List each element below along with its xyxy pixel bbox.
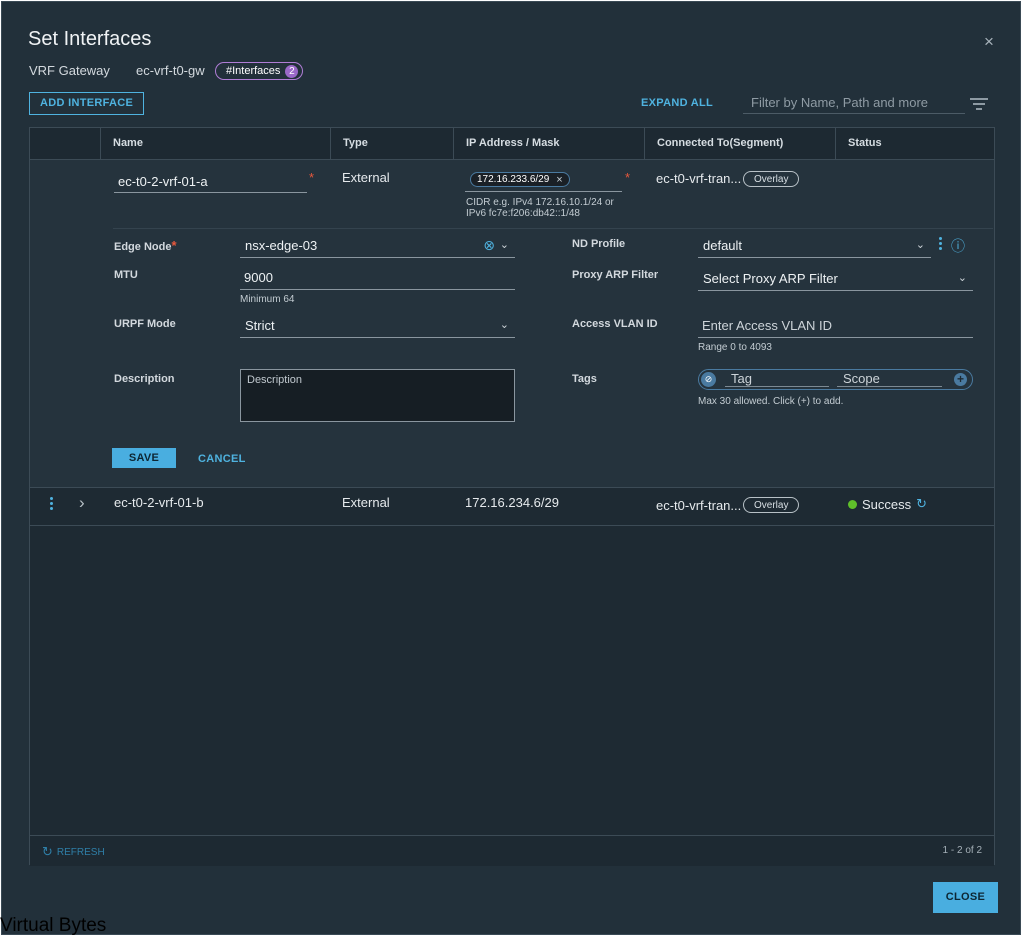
tags-label: Tags — [572, 373, 597, 385]
overlay-badge: Overlay — [743, 171, 800, 187]
ip-hint-line-2: IPv6 fc7e:f206:db42::1/48 — [466, 208, 580, 219]
chevron-down-icon[interactable]: ⌄ — [500, 313, 509, 338]
clear-icon[interactable]: ⊗ — [483, 233, 495, 258]
tags-hint: Max 30 allowed. Click (+) to add. — [698, 396, 844, 407]
interfaces-count: 2 — [285, 64, 299, 78]
filter-icon[interactable] — [970, 98, 988, 113]
row-overlay-badge: Overlay — [743, 497, 800, 513]
row-name: ec-t0-2-vrf-01-b — [114, 495, 204, 510]
proxy-arp-value: Select Proxy ARP Filter — [703, 271, 838, 286]
row-segment: ec-t0-vrf-tran... — [656, 498, 742, 513]
chevron-right-icon[interactable]: › — [79, 493, 85, 513]
name-required-mark: * — [309, 170, 315, 185]
edge-node-required-mark: * — [171, 238, 177, 253]
interfaces-count-badge: #Interfaces 2 — [215, 62, 304, 80]
filter-input[interactable] — [743, 92, 965, 114]
vrf-gateway-label: VRF Gateway — [29, 63, 110, 78]
remove-ip-icon[interactable]: × — [556, 174, 562, 186]
tags-field: ⊘ + — [698, 369, 973, 390]
dialog-title: Set Interfaces — [28, 28, 152, 50]
scope-input[interactable] — [837, 371, 942, 387]
info-icon[interactable]: ⓘ — [951, 236, 965, 256]
interfaces-grid: Name Type IP Address / Mask Connected To… — [29, 127, 995, 866]
refresh-icon: ↻ — [42, 844, 53, 859]
column-ip[interactable]: IP Address / Mask — [453, 128, 644, 159]
name-input[interactable] — [114, 170, 307, 193]
column-type[interactable]: Type — [330, 128, 453, 159]
ip-required-mark: * — [625, 170, 631, 185]
nd-profile-more-icon[interactable] — [939, 237, 942, 252]
pagination-info: 1 - 2 of 2 — [942, 845, 982, 856]
add-tag-icon[interactable]: + — [954, 373, 967, 386]
close-icon[interactable]: × — [984, 32, 994, 52]
row-ip: 172.16.234.6/29 — [465, 495, 559, 510]
vrf-gateway-value: ec-vrf-t0-gw — [136, 63, 205, 78]
column-name[interactable]: Name — [100, 128, 330, 159]
row-type: External — [342, 495, 390, 510]
refresh-button[interactable]: ↻ REFRESH — [42, 844, 105, 860]
nd-profile-value: default — [703, 238, 743, 253]
ip-chip: 172.16.233.6/29 × — [470, 172, 570, 187]
column-status[interactable]: Status — [835, 128, 994, 159]
description-textarea[interactable] — [240, 369, 515, 422]
access-vlan-input[interactable] — [698, 313, 973, 338]
proxy-arp-select[interactable]: Select Proxy ARP Filter ⌄ — [698, 266, 973, 291]
proxy-arp-label: Proxy ARP Filter — [572, 269, 659, 281]
urpf-mode-label: URPF Mode — [114, 318, 176, 330]
cancel-button[interactable]: CANCEL — [198, 453, 246, 465]
refresh-label: REFRESH — [56, 846, 105, 858]
chevron-down-icon[interactable]: ⌄ — [916, 233, 925, 258]
ip-field[interactable]: 172.16.233.6/29 × — [465, 168, 622, 192]
tag-icon: ⊘ — [701, 372, 716, 387]
chevron-down-icon[interactable]: ⌄ — [958, 266, 967, 291]
table-row[interactable]: › ec-t0-2-vrf-01-b External 172.16.234.6… — [30, 488, 994, 526]
urpf-mode-value: Strict — [245, 318, 275, 333]
chevron-down-icon[interactable]: ⌄ — [500, 233, 509, 258]
mtu-input[interactable] — [240, 265, 515, 290]
ip-hint: CIDR e.g. IPv4 172.16.10.1/24 or IPv6 fc… — [466, 197, 614, 219]
nd-profile-select[interactable]: default ⌄ — [698, 233, 931, 258]
segment-value: ec-t0-vrf-tran... — [656, 171, 742, 186]
interfaces-badge-label: #Interfaces — [226, 65, 281, 77]
edge-node-label-text: Edge Node — [114, 241, 172, 253]
edit-interface-row: * External 172.16.233.6/29 × * CIDR e.g.… — [30, 160, 994, 488]
ip-chip-label: 172.16.233.6/29 — [477, 174, 550, 185]
close-button[interactable]: CLOSE — [933, 882, 998, 913]
mtu-label: MTU — [114, 269, 138, 281]
access-vlan-hint: Range 0 to 4093 — [698, 342, 772, 353]
grid-footer: ↻ REFRESH 1 - 2 of 2 — [30, 835, 994, 866]
edge-node-label: Edge Node* — [114, 238, 177, 253]
mtu-hint: Minimum 64 — [240, 294, 295, 305]
column-segment[interactable]: Connected To(Segment) — [644, 128, 835, 159]
edge-node-value: nsx-edge-03 — [245, 238, 318, 253]
tag-input[interactable] — [725, 371, 829, 387]
row-status: Success — [862, 496, 912, 512]
refresh-status-icon[interactable]: ↻ — [916, 496, 927, 512]
watermark-text: Virtual Bytes — [0, 915, 107, 936]
save-button[interactable]: SAVE — [112, 448, 176, 468]
row-actions-icon[interactable] — [50, 497, 53, 512]
status-cell: Success ↻ — [848, 496, 927, 512]
nd-profile-label: ND Profile — [572, 238, 626, 250]
type-value: External — [342, 170, 390, 185]
expand-all-link[interactable]: EXPAND ALL — [641, 97, 713, 109]
grid-header: Name Type IP Address / Mask Connected To… — [30, 128, 994, 160]
ip-hint-line-1: CIDR e.g. IPv4 172.16.10.1/24 or — [466, 197, 614, 208]
edge-node-select[interactable]: nsx-edge-03 ⊗ ⌄ — [240, 233, 515, 258]
set-interfaces-dialog: Set Interfaces × VRF Gateway ec-vrf-t0-g… — [1, 1, 1021, 935]
divider — [113, 228, 993, 229]
access-vlan-label: Access VLAN ID — [572, 318, 658, 330]
urpf-mode-select[interactable]: Strict ⌄ — [240, 313, 515, 338]
description-label: Description — [114, 373, 175, 385]
add-interface-button[interactable]: ADD INTERFACE — [29, 92, 145, 115]
success-status-icon — [848, 499, 857, 509]
